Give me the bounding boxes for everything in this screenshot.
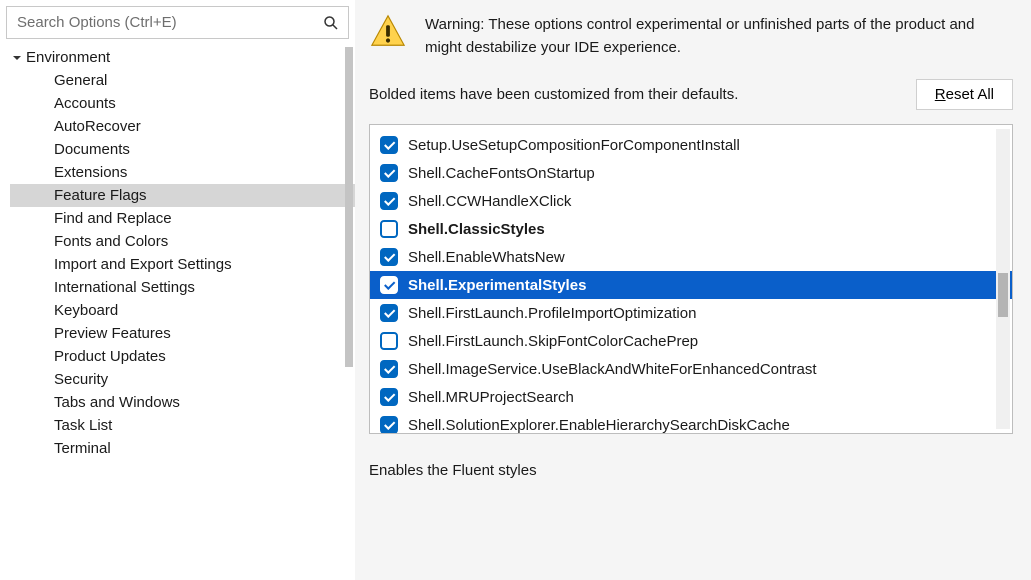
flag-label: Shell.FirstLaunch.SkipFontColorCachePrep	[408, 333, 698, 350]
tree-item[interactable]: Task List	[46, 414, 341, 437]
flags-scrollbar[interactable]	[996, 129, 1010, 429]
tree-item[interactable]: Security	[46, 368, 341, 391]
scrollbar-thumb[interactable]	[998, 273, 1008, 317]
flag-checkbox[interactable]	[380, 360, 398, 378]
search-box[interactable]	[6, 6, 349, 39]
flag-checkbox[interactable]	[380, 248, 398, 266]
search-icon[interactable]	[314, 14, 348, 32]
flag-label: Shell.ImageService.UseBlackAndWhiteForEn…	[408, 361, 817, 378]
flag-label: Setup.UseSetupCompositionForComponentIns…	[408, 137, 740, 154]
tree-item[interactable]: General	[46, 69, 341, 92]
flag-row[interactable]: Shell.ExperimentalStyles	[370, 271, 1012, 299]
flag-label: Shell.ClassicStyles	[408, 221, 545, 238]
options-sidebar: Environment GeneralAccountsAutoRecoverDo…	[0, 0, 355, 580]
flag-row[interactable]: Shell.ClassicStyles	[370, 215, 1012, 243]
flag-description: Enables the Fluent styles	[369, 462, 1013, 479]
flag-checkbox[interactable]	[380, 388, 398, 406]
reset-all-button[interactable]: Reset All	[916, 79, 1013, 110]
reset-rest: eset All	[946, 86, 994, 103]
flag-checkbox[interactable]	[380, 332, 398, 350]
flag-row[interactable]: Shell.FirstLaunch.ProfileImportOptimizat…	[370, 299, 1012, 327]
tree-item[interactable]: AutoRecover	[46, 115, 341, 138]
tree-item[interactable]: Import and Export Settings	[46, 253, 341, 276]
feature-flags-list[interactable]: Setup.UseSetupCompositionForComponentIns…	[369, 124, 1013, 434]
tree-item[interactable]: International Settings	[46, 276, 341, 299]
tree-item[interactable]: Terminal	[46, 437, 341, 460]
flag-row[interactable]: Shell.CCWHandleXClick	[370, 187, 1012, 215]
flag-label: Shell.CCWHandleXClick	[408, 193, 571, 210]
options-page-feature-flags: Warning: These options control experimen…	[355, 0, 1031, 580]
flag-label: Shell.SolutionExplorer.EnableHierarchySe…	[408, 417, 790, 434]
tree-item[interactable]: Preview Features	[46, 322, 341, 345]
tree-item[interactable]: Find and Replace	[46, 207, 341, 230]
tree-root-label: Environment	[26, 49, 110, 66]
flag-label: Shell.FirstLaunch.ProfileImportOptimizat…	[408, 305, 696, 322]
reset-mnemonic: R	[935, 86, 946, 103]
flag-row[interactable]: Shell.MRUProjectSearch	[370, 383, 1012, 411]
scrollbar-thumb[interactable]	[345, 47, 353, 367]
flag-row[interactable]: Shell.CacheFontsOnStartup	[370, 159, 1012, 187]
flag-row[interactable]: Setup.UseSetupCompositionForComponentIns…	[370, 131, 1012, 159]
flag-checkbox[interactable]	[380, 304, 398, 322]
bolded-info-text: Bolded items have been customized from t…	[369, 86, 738, 103]
flag-checkbox[interactable]	[380, 136, 398, 154]
flag-checkbox[interactable]	[380, 276, 398, 294]
flag-label: Shell.CacheFontsOnStartup	[408, 165, 595, 182]
flag-checkbox[interactable]	[380, 192, 398, 210]
category-tree: Environment GeneralAccountsAutoRecoverDo…	[0, 41, 355, 580]
warning-text: Warning: These options control experimen…	[425, 12, 1013, 59]
tree-item[interactable]: Extensions	[46, 161, 341, 184]
chevron-down-icon[interactable]	[10, 51, 24, 65]
tree-item[interactable]: Product Updates	[46, 345, 341, 368]
flag-row[interactable]: Shell.EnableWhatsNew	[370, 243, 1012, 271]
flag-label: Shell.MRUProjectSearch	[408, 389, 574, 406]
flag-checkbox[interactable]	[380, 416, 398, 434]
tree-item[interactable]: Keyboard	[46, 299, 341, 322]
warning-banner: Warning: These options control experimen…	[369, 12, 1013, 59]
flag-checkbox[interactable]	[380, 164, 398, 182]
flag-checkbox[interactable]	[380, 220, 398, 238]
sidebar-scrollbar[interactable]	[343, 47, 355, 580]
tree-item[interactable]: Feature Flags	[10, 184, 355, 207]
tree-node-environment[interactable]: Environment	[10, 46, 341, 69]
tree-item[interactable]: Documents	[46, 138, 341, 161]
tree-item[interactable]: Accounts	[46, 92, 341, 115]
flag-row[interactable]: Shell.ImageService.UseBlackAndWhiteForEn…	[370, 355, 1012, 383]
flag-label: Shell.EnableWhatsNew	[408, 249, 565, 266]
flag-row[interactable]: Shell.FirstLaunch.SkipFontColorCachePrep	[370, 327, 1012, 355]
warning-icon	[369, 12, 407, 53]
flag-label: Shell.ExperimentalStyles	[408, 277, 586, 294]
flag-row[interactable]: Shell.SolutionExplorer.EnableHierarchySe…	[370, 411, 1012, 434]
search-input[interactable]	[7, 7, 314, 38]
tree-item[interactable]: Fonts and Colors	[46, 230, 341, 253]
tree-item[interactable]: Tabs and Windows	[46, 391, 341, 414]
